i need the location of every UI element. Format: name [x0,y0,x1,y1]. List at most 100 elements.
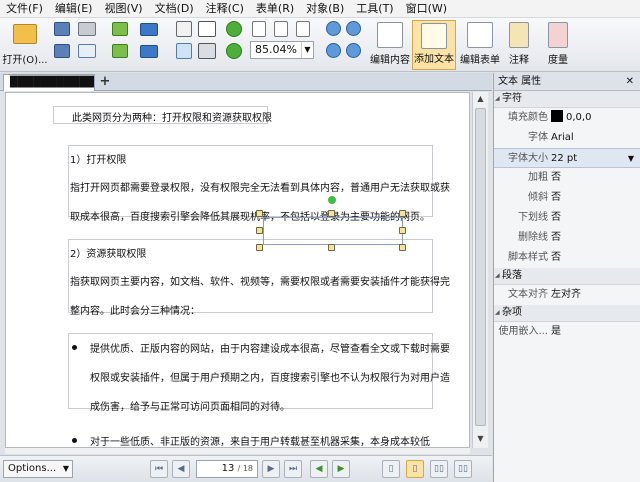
open-button[interactable]: 打开(O)... [2,20,48,70]
annotate-button[interactable]: 注释 [504,20,534,70]
new-text-box[interactable] [263,217,403,245]
bullet-line: 提供优质、正版内容的网站，由于内容建设成本很高，尽管查看全文或下载时需要 [90,344,450,355]
prop-script-style[interactable]: 脚本样式 否 [494,248,640,268]
redo-icon[interactable] [140,45,158,58]
zoom-in-icon[interactable] [326,21,341,36]
prop-key: 删除线 [518,232,548,243]
horizontal-scrollbar[interactable] [5,448,470,454]
zoom-out-icon[interactable] [326,43,341,58]
paragraph-line: 指打开网页都需要登录权限，没有权限完全无法看到具体内容，普通用户无法获取或获 [70,183,450,194]
vertical-scrollbar[interactable]: ▲ ▼ [472,92,488,448]
forward-icon[interactable] [112,44,128,58]
prop-fill-color[interactable]: 填充颜色 0,0,0 [494,108,640,128]
close-icon[interactable]: ✕ [82,75,90,90]
document-tab[interactable]: ████████████ ✕ [3,74,95,91]
new-tab-icon[interactable]: + [98,74,112,89]
prop-text-align[interactable]: 文本对齐 左对齐 [494,285,640,305]
select-tool-icon[interactable] [176,43,192,59]
page-number-field[interactable]: 13 / 18 [196,460,258,478]
save-as-icon[interactable] [54,44,70,58]
add-text-button[interactable]: 添加文本 [412,20,456,70]
section-misc[interactable]: 杂项 [494,305,640,322]
back-icon[interactable] [112,22,128,36]
facing-page-icon[interactable]: ▯▯ [430,460,448,478]
measure-button[interactable]: 度量 [540,20,576,70]
fit-page-icon[interactable] [274,21,288,37]
bullet-icon [72,345,77,350]
select-text-icon[interactable] [198,21,216,37]
snapshot-icon[interactable] [198,43,216,59]
prop-strikethrough[interactable]: 删除线 否 [494,228,640,248]
section-paragraph[interactable]: 段落 [494,268,640,285]
prop-underline[interactable]: 下划线 否 [494,208,640,228]
undo-icon[interactable] [140,23,158,36]
prop-key: 脚本样式 [508,252,548,263]
history-forward-icon[interactable]: ▶ [332,460,350,478]
rotate-handle[interactable] [328,196,336,204]
prop-font[interactable]: 字体 Arial [494,128,640,148]
bullet-icon [72,438,77,443]
prop-value: Arial [551,132,574,143]
first-page-icon[interactable]: ⏮ [150,460,168,478]
chevron-down-icon[interactable]: ▼ [628,149,634,169]
continuous-facing-icon[interactable]: ▯▯ [454,460,472,478]
scroll-thumb[interactable] [475,108,486,426]
last-page-icon[interactable]: ⏭ [284,460,302,478]
menu-file[interactable]: 文件(F) [0,0,49,18]
prop-use-embedded[interactable]: 使用嵌入... 是 [494,322,640,342]
single-page-icon[interactable]: ▯ [382,460,400,478]
prop-font-size[interactable]: 字体大小 22 pt ▼ [494,148,640,168]
save-icon[interactable] [54,22,70,36]
prop-key: 文本对齐 [508,289,548,300]
actual-size-icon[interactable] [252,21,266,37]
continuous-page-icon[interactable]: ▯ [406,460,424,478]
document-page[interactable]: 此类网页分为两种：打开权限和资源获取权限 1）打开权限 指打开网页都需要登录权限… [5,92,470,448]
resize-handle[interactable] [399,227,406,234]
measure-label: 度量 [548,55,568,66]
heading-open-permission: 1）打开权限 [70,155,127,166]
document-tab-bar: ████████████ ✕ + [0,73,492,91]
resize-handle[interactable] [399,244,406,251]
edit-content-button[interactable]: 编辑内容 [368,20,412,70]
menu-edit[interactable]: 编辑(E) [49,0,99,18]
resize-handle[interactable] [399,210,406,217]
prop-key: 字体 [528,132,548,143]
zoom-in-circle-icon[interactable] [346,21,361,36]
menu-view[interactable]: 视图(V) [98,0,148,18]
menu-tools[interactable]: 工具(T) [350,0,399,18]
prop-italic[interactable]: 倾斜 否 [494,188,640,208]
menu-window[interactable]: 窗口(W) [400,0,453,18]
section-font[interactable]: 字符 [494,91,640,108]
prop-bold[interactable]: 加粗 否 [494,168,640,188]
menu-comment[interactable]: 注释(C) [200,0,250,18]
print-icon[interactable] [78,22,96,36]
zoom-select[interactable]: 85.04% ▼ [250,41,314,59]
prev-page-icon[interactable]: ◀ [172,460,190,478]
hand-tool-icon[interactable] [176,21,192,37]
menu-object[interactable]: 对象(B) [300,0,350,18]
resize-handle[interactable] [256,210,263,217]
next-page-icon[interactable]: ▶ [262,460,280,478]
chevron-down-icon: ▼ [301,42,313,58]
scroll-up-icon[interactable]: ▲ [473,92,488,106]
resize-handle[interactable] [328,244,335,251]
history-back-icon[interactable]: ◀ [310,460,328,478]
resize-handle[interactable] [328,210,335,217]
main-toolbar: 打开(O)... 85.04% ▼ 编辑内容 添加文本 编辑表单 注释 度量 [0,18,640,72]
zoom-out-circle-icon[interactable] [346,43,361,58]
email-icon[interactable] [78,44,96,58]
edit-form-icon [467,22,493,48]
rotate-cw-icon[interactable] [226,21,242,37]
scroll-down-icon[interactable]: ▼ [473,432,488,446]
menu-document[interactable]: 文档(D) [149,0,200,18]
options-dropdown[interactable]: Options... ▼ [3,460,73,478]
close-icon[interactable]: ✕ [626,73,634,90]
fit-width-icon[interactable] [296,21,310,37]
rotate-ccw-icon[interactable] [226,43,242,59]
menu-forms[interactable]: 表单(R) [250,0,300,18]
resize-handle[interactable] [256,227,263,234]
prop-value: 22 pt [551,153,578,164]
resize-handle[interactable] [256,244,263,251]
prop-key: 倾斜 [528,192,548,203]
edit-form-button[interactable]: 编辑表单 [458,20,502,70]
